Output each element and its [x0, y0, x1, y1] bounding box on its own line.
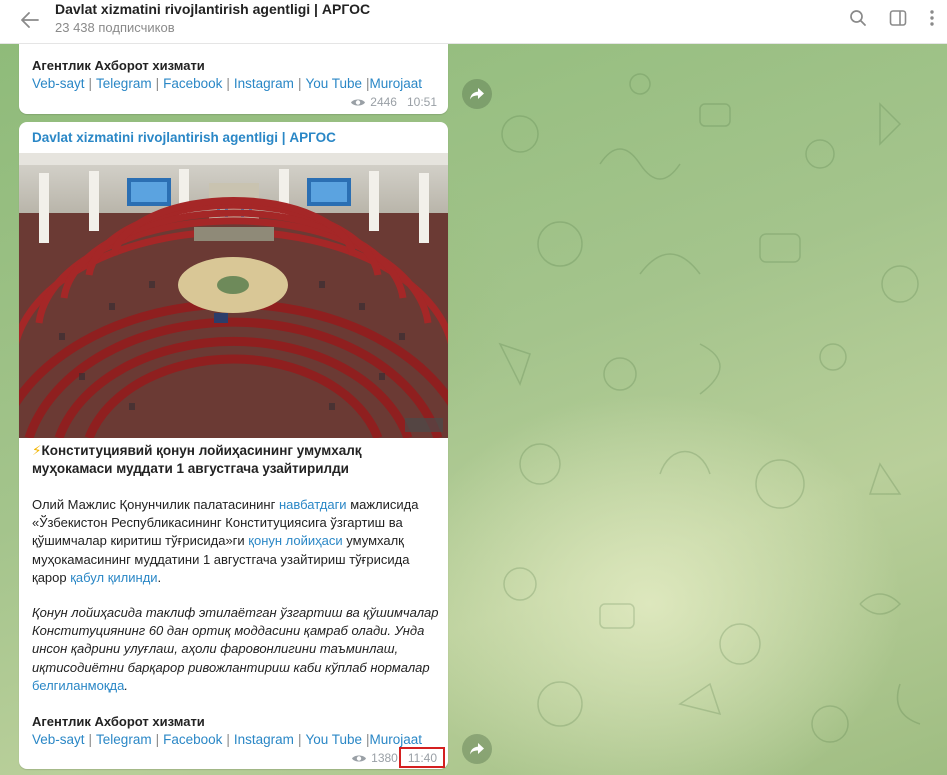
- sidebar-toggle-icon: [889, 10, 907, 26]
- link-murojaat[interactable]: Murojaat: [370, 76, 423, 91]
- share-button-previous[interactable]: [462, 79, 492, 109]
- parliament-hall-photo[interactable]: [19, 153, 448, 438]
- eye-icon: [352, 755, 367, 761]
- link-facebook[interactable]: Facebook: [163, 76, 222, 91]
- more-menu-button[interactable]: [919, 5, 945, 31]
- link-telegram[interactable]: Telegram: [96, 76, 152, 91]
- view-count: 1380: [371, 751, 398, 765]
- link-veb-sayt[interactable]: Veb-sayt: [32, 732, 85, 747]
- link-youtube[interactable]: You Tube: [305, 732, 362, 747]
- share-icon: [470, 743, 484, 755]
- chat-header: Davlat xizmatini rivojlantirish agentlig…: [0, 0, 947, 44]
- message-channel-name[interactable]: Davlat xizmatini rivojlantirish agentlig…: [32, 130, 336, 145]
- share-icon: [470, 88, 484, 100]
- channel-title[interactable]: Davlat xizmatini rivojlantirish agentlig…: [55, 1, 370, 17]
- message-paragraph-2: Қонун лойиҳасида таклиф этилаётган ўзгар…: [32, 604, 442, 695]
- p1-text-1: Олий Мажлис Қонунчилик палатасининг: [32, 497, 279, 512]
- message-meta: 2446 10:51: [350, 95, 437, 109]
- message-time: 10:51: [406, 95, 437, 109]
- sidebar-toggle-button[interactable]: [885, 5, 911, 31]
- p2-text-2: .: [124, 677, 128, 693]
- search-button[interactable]: [845, 5, 871, 31]
- headline-text: Конституциявий қонун лойиҳасининг умумха…: [32, 443, 362, 476]
- message-signature: Агентлик Ахборот хизмати: [32, 714, 205, 729]
- time-highlight-box: [399, 747, 445, 768]
- more-vertical-icon: [930, 10, 934, 26]
- share-button-main[interactable]: [462, 734, 492, 764]
- hashtag-link-navbatdagi[interactable]: навбатдаги: [279, 497, 347, 512]
- view-count: 2446: [370, 95, 397, 109]
- link-veb-sayt[interactable]: Veb-sayt: [32, 76, 85, 91]
- message-signature: Агентлик Ахборот хизмати: [32, 58, 205, 73]
- p1-text-4: .: [157, 569, 162, 585]
- link-youtube[interactable]: You Tube: [305, 76, 362, 91]
- message-paragraph-1: Олий Мажлис Қонунчилик палатасининг навб…: [32, 496, 442, 587]
- link-instagram[interactable]: Instagram: [234, 732, 294, 747]
- eye-icon: [351, 99, 366, 105]
- message-links: Veb-sayt | Telegram | Facebook | Instagram | You…: [32, 732, 423, 747]
- link-instagram[interactable]: Instagram: [234, 76, 294, 91]
- link-murojaat[interactable]: Murojaat: [370, 732, 423, 747]
- link-telegram[interactable]: Telegram: [96, 732, 152, 747]
- hashtag-link-qabul-qilindi[interactable]: қабул қилинди: [70, 570, 157, 585]
- message-bubble-previous: Агентлик Ахборот хизмати Veb-sayt | Telegr…: [19, 44, 448, 114]
- subscriber-count: 23 438 подписчиков: [55, 20, 175, 35]
- hashtag-link-qonun-loyihasi[interactable]: қонун лойиҳаси: [248, 533, 342, 548]
- hashtag-link-belgilanmoqda[interactable]: белгиланмоқда: [32, 678, 124, 693]
- back-button[interactable]: [16, 6, 44, 34]
- back-arrow-icon: [21, 12, 39, 28]
- message-links: Veb-sayt | Telegram | Facebook | Instagram | You…: [32, 76, 423, 91]
- search-icon: [850, 10, 866, 26]
- link-facebook[interactable]: Facebook: [163, 732, 222, 747]
- p2-text-1: Қонун лойиҳасида таклиф этилаётган ўзгар…: [32, 605, 439, 675]
- message-headline: ⚡Конституциявий қонун лойиҳасининг умумх…: [32, 442, 437, 478]
- parliament-hall-image: [19, 153, 448, 438]
- message-bubble-main: Davlat xizmatini rivojlantirish agentlig…: [19, 122, 448, 769]
